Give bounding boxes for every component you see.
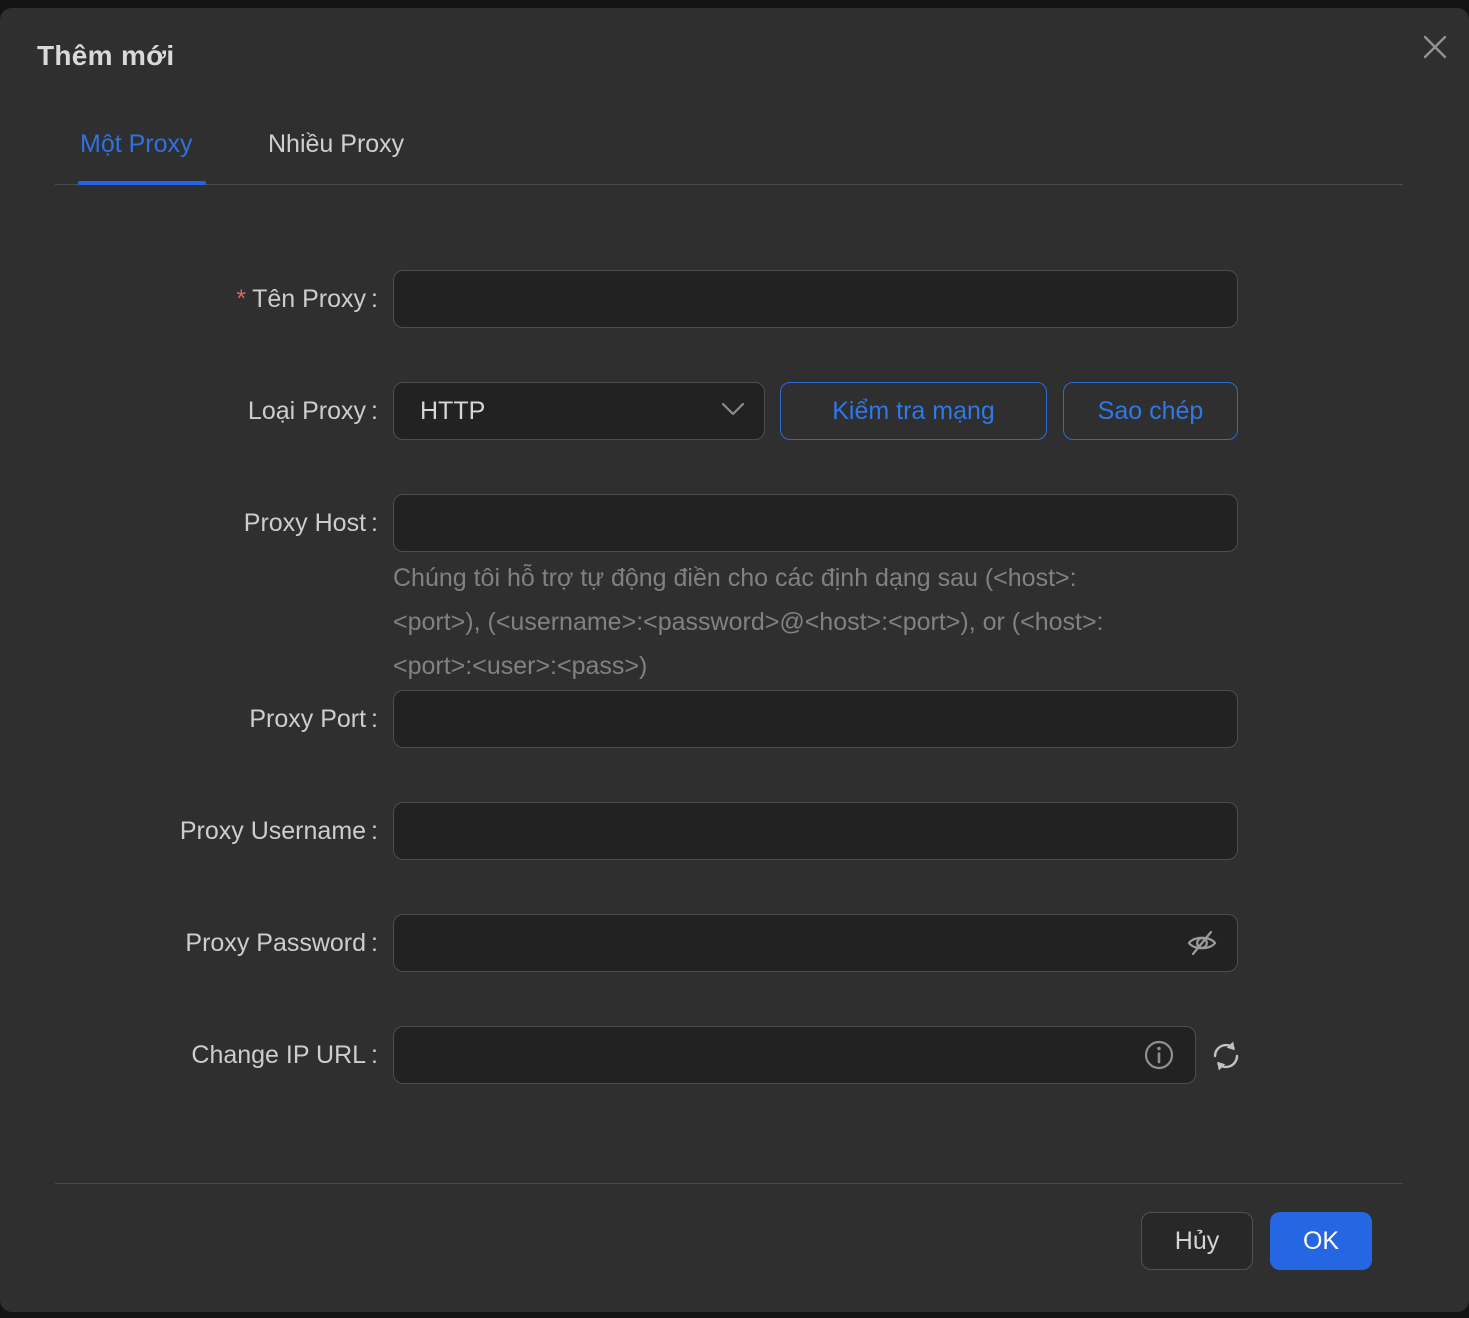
tab-multiple-proxy[interactable]: Nhiều Proxy bbox=[268, 124, 404, 168]
proxy-name-label: * Tên Proxy : bbox=[100, 270, 378, 328]
change-ip-url-label: Change IP URL : bbox=[100, 1026, 378, 1084]
active-tab-indicator bbox=[78, 181, 206, 185]
proxy-type-select[interactable]: HTTP bbox=[393, 382, 765, 440]
proxy-username-input[interactable] bbox=[393, 802, 1238, 860]
close-button[interactable] bbox=[1416, 29, 1454, 67]
proxy-host-input[interactable] bbox=[393, 494, 1238, 552]
change-ip-url-input[interactable] bbox=[393, 1026, 1196, 1084]
proxy-host-help-text: Chúng tôi hỗ trợ tự động điền cho các đị… bbox=[393, 556, 1243, 688]
proxy-port-label: Proxy Port : bbox=[100, 690, 378, 748]
footer-divider bbox=[55, 1183, 1403, 1184]
proxy-type-value: HTTP bbox=[420, 397, 720, 426]
close-icon bbox=[1421, 33, 1449, 64]
proxy-username-label: Proxy Username : bbox=[100, 802, 378, 860]
help-line-2: <port>), (<username>:<password>@<host>:<… bbox=[393, 600, 1243, 644]
help-line-1: Chúng tôi hỗ trợ tự động điền cho các đị… bbox=[393, 556, 1243, 600]
help-line-3: <port>:<user>:<pass>) bbox=[393, 644, 1243, 688]
proxy-host-label: Proxy Host : bbox=[100, 494, 378, 552]
proxy-password-label: Proxy Password : bbox=[100, 914, 378, 972]
proxy-port-input[interactable] bbox=[393, 690, 1238, 748]
chevron-down-icon bbox=[720, 401, 746, 422]
copy-button[interactable]: Sao chép bbox=[1063, 382, 1238, 440]
ok-button[interactable]: OK bbox=[1270, 1212, 1372, 1270]
proxy-type-label: Loại Proxy : bbox=[100, 382, 378, 440]
tab-bar-divider bbox=[55, 184, 1403, 185]
check-network-button[interactable]: Kiểm tra mạng bbox=[780, 382, 1047, 440]
required-asterisk: * bbox=[236, 285, 246, 314]
screen: Thêm mới Một Proxy Nhiều Proxy * Tên Pro… bbox=[0, 0, 1469, 1318]
proxy-password-input[interactable] bbox=[393, 914, 1238, 972]
proxy-name-input[interactable] bbox=[393, 270, 1238, 328]
tab-single-proxy[interactable]: Một Proxy bbox=[80, 124, 193, 168]
eye-invisible-icon[interactable] bbox=[1184, 926, 1220, 960]
info-circle-icon[interactable] bbox=[1141, 1038, 1177, 1072]
cancel-button[interactable]: Hủy bbox=[1141, 1212, 1253, 1270]
page-title: Thêm mới bbox=[37, 40, 174, 72]
sync-icon[interactable] bbox=[1210, 1040, 1242, 1072]
